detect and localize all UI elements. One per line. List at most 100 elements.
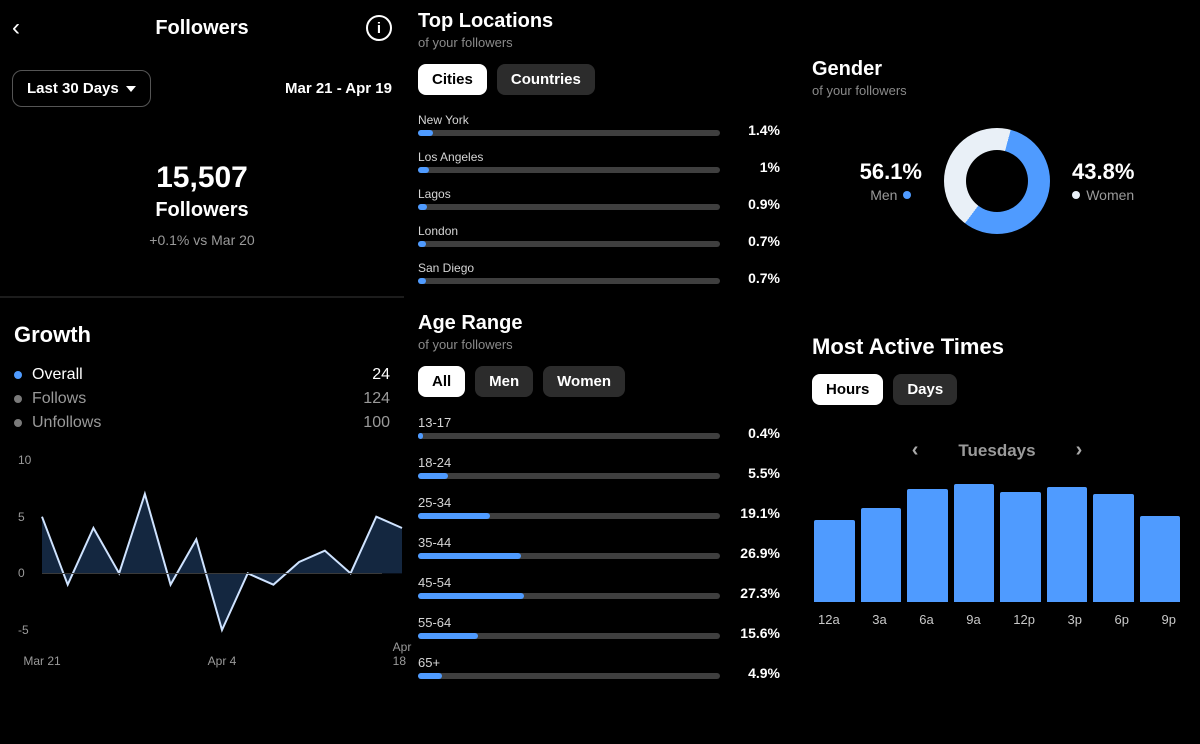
gender-breakdown: 56.1% Men 43.8% Women [812, 128, 1182, 234]
tab-hours[interactable]: Hours [812, 374, 883, 405]
active-times-chart [812, 482, 1182, 602]
xtick: Mar 21 [23, 654, 60, 668]
bar-fill [418, 673, 442, 679]
bar-fill [418, 553, 521, 559]
tab-cities[interactable]: Cities [418, 64, 487, 95]
bar-fill [418, 204, 427, 210]
dot-icon [14, 371, 22, 379]
age-header: Age Range of your followers [404, 302, 794, 352]
date-range-text: Mar 21 - Apr 19 [285, 80, 392, 97]
panel-header: ‹ Followers i [0, 0, 404, 56]
hour-tick: 9a [966, 612, 980, 627]
bar-value: 0.4% [730, 425, 780, 441]
locations-list: New York1.4%Los Angeles1%Lagos0.9%London… [404, 109, 794, 294]
bar-fill [418, 130, 433, 136]
active-times-section: Most Active Times Hours Days ‹ Tuesdays ›… [812, 334, 1182, 627]
growth-legend-row: Overall24 [14, 366, 390, 384]
bar-label: 55-64 [418, 615, 720, 630]
bar-row: 45-54 27.3% [404, 571, 794, 611]
tab-women[interactable]: Women [543, 366, 625, 397]
locations-title: Top Locations [418, 10, 780, 33]
bar-label: 25-34 [418, 495, 720, 510]
hour-tick: 3p [1067, 612, 1081, 627]
bar-track [418, 278, 720, 284]
hour-bar [814, 520, 855, 602]
date-range-bar: Last 30 Days Mar 21 - Apr 19 [0, 56, 404, 131]
next-day-button[interactable]: › [1076, 439, 1083, 462]
bar-track [418, 167, 720, 173]
xtick: Apr 4 [208, 654, 237, 668]
follower-count: 15,507 [0, 161, 404, 195]
followers-panel: ‹ Followers i Last 30 Days Mar 21 - Apr … [0, 0, 404, 744]
bar-label: 45-54 [418, 575, 720, 590]
bar-row: 25-3419.1% [404, 491, 794, 531]
bar-fill [418, 433, 423, 439]
bar-label: Los Angeles [418, 150, 720, 164]
active-times-title: Most Active Times [812, 334, 1182, 360]
age-tabs: All Men Women [404, 352, 794, 411]
bar-value: 0.9% [730, 196, 780, 212]
bar-row: 35-4426.9% [404, 531, 794, 571]
day-label: Tuesdays [958, 441, 1035, 461]
legend-value: 100 [363, 414, 390, 432]
bar-track [418, 473, 720, 479]
info-icon[interactable]: i [366, 15, 392, 41]
bar-value: 4.9% [730, 665, 780, 681]
chevron-down-icon [126, 86, 136, 92]
prev-day-button[interactable]: ‹ [912, 439, 919, 462]
ytick: -5 [18, 623, 29, 637]
gender-men-label: Men [870, 187, 897, 203]
ytick: 5 [18, 510, 25, 524]
bar-row: 13-17 0.4% [404, 411, 794, 451]
growth-legend-row: Unfollows 100 [14, 414, 390, 432]
bar-row: Los Angeles 1% [404, 146, 794, 183]
tab-men[interactable]: Men [475, 366, 533, 397]
gender-title: Gender [812, 58, 1182, 81]
active-times-xticks: 12a3a6a9a12p3p6p9p [812, 612, 1182, 627]
date-range-button[interactable]: Last 30 Days [12, 70, 151, 107]
bar-value: 1% [730, 159, 780, 175]
locations-subtitle: of your followers [418, 35, 780, 50]
gender-women-pct: 43.8% [1072, 159, 1134, 185]
hour-tick: 3a [872, 612, 886, 627]
ytick: 10 [18, 453, 31, 467]
bar-track [418, 130, 720, 136]
follower-delta: +0.1% vs Mar 20 [0, 232, 404, 248]
legend-label: Unfollows [32, 414, 101, 432]
hour-bar [1140, 516, 1181, 602]
bar-label: Lagos [418, 187, 720, 201]
bar-track [418, 593, 720, 599]
bar-fill [418, 593, 524, 599]
bar-value: 5.5% [730, 465, 780, 481]
growth-chart: 1050-5Mar 21Apr 4Apr 18 [42, 460, 382, 650]
tab-countries[interactable]: Countries [497, 64, 595, 95]
bar-label: 13-17 [418, 415, 720, 430]
legend-value: 24 [372, 366, 390, 384]
ytick: 0 [18, 566, 25, 580]
bar-label: New York [418, 113, 720, 127]
hour-tick: 9p [1161, 612, 1175, 627]
gender-donut-chart [944, 128, 1050, 234]
legend-value: 124 [363, 390, 390, 408]
back-button[interactable]: ‹ [12, 14, 20, 42]
xtick: Apr 18 [393, 640, 412, 668]
bar-label: London [418, 224, 720, 238]
gender-men-pct: 56.1% [860, 159, 922, 185]
bar-row: 65+ 4.9% [404, 651, 794, 691]
hour-bar [1093, 494, 1134, 602]
bar-label: 65+ [418, 655, 720, 670]
bar-fill [418, 513, 490, 519]
active-times-tabs: Hours Days [812, 360, 1182, 419]
hour-bar [1047, 487, 1088, 602]
hour-bar [907, 489, 948, 602]
gender-men: 56.1% Men [860, 159, 922, 203]
tab-days[interactable]: Days [893, 374, 957, 405]
bar-track [418, 433, 720, 439]
bar-value: 27.3% [730, 585, 780, 601]
hour-tick: 6p [1114, 612, 1128, 627]
bar-row: San Diego0.7% [404, 257, 794, 294]
bar-fill [418, 167, 429, 173]
tab-all[interactable]: All [418, 366, 465, 397]
age-title: Age Range [418, 312, 780, 335]
bar-fill [418, 633, 478, 639]
